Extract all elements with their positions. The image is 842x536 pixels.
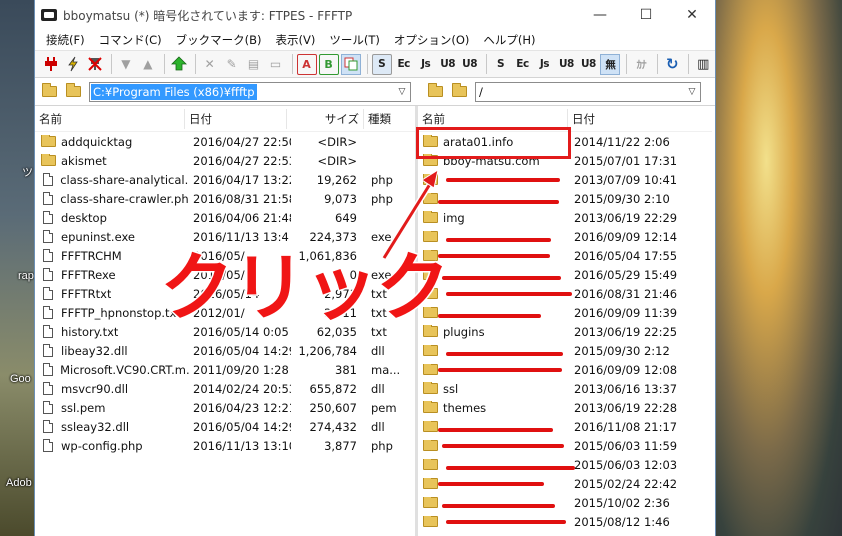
click-annotation-label: クリック	[159, 244, 452, 333]
